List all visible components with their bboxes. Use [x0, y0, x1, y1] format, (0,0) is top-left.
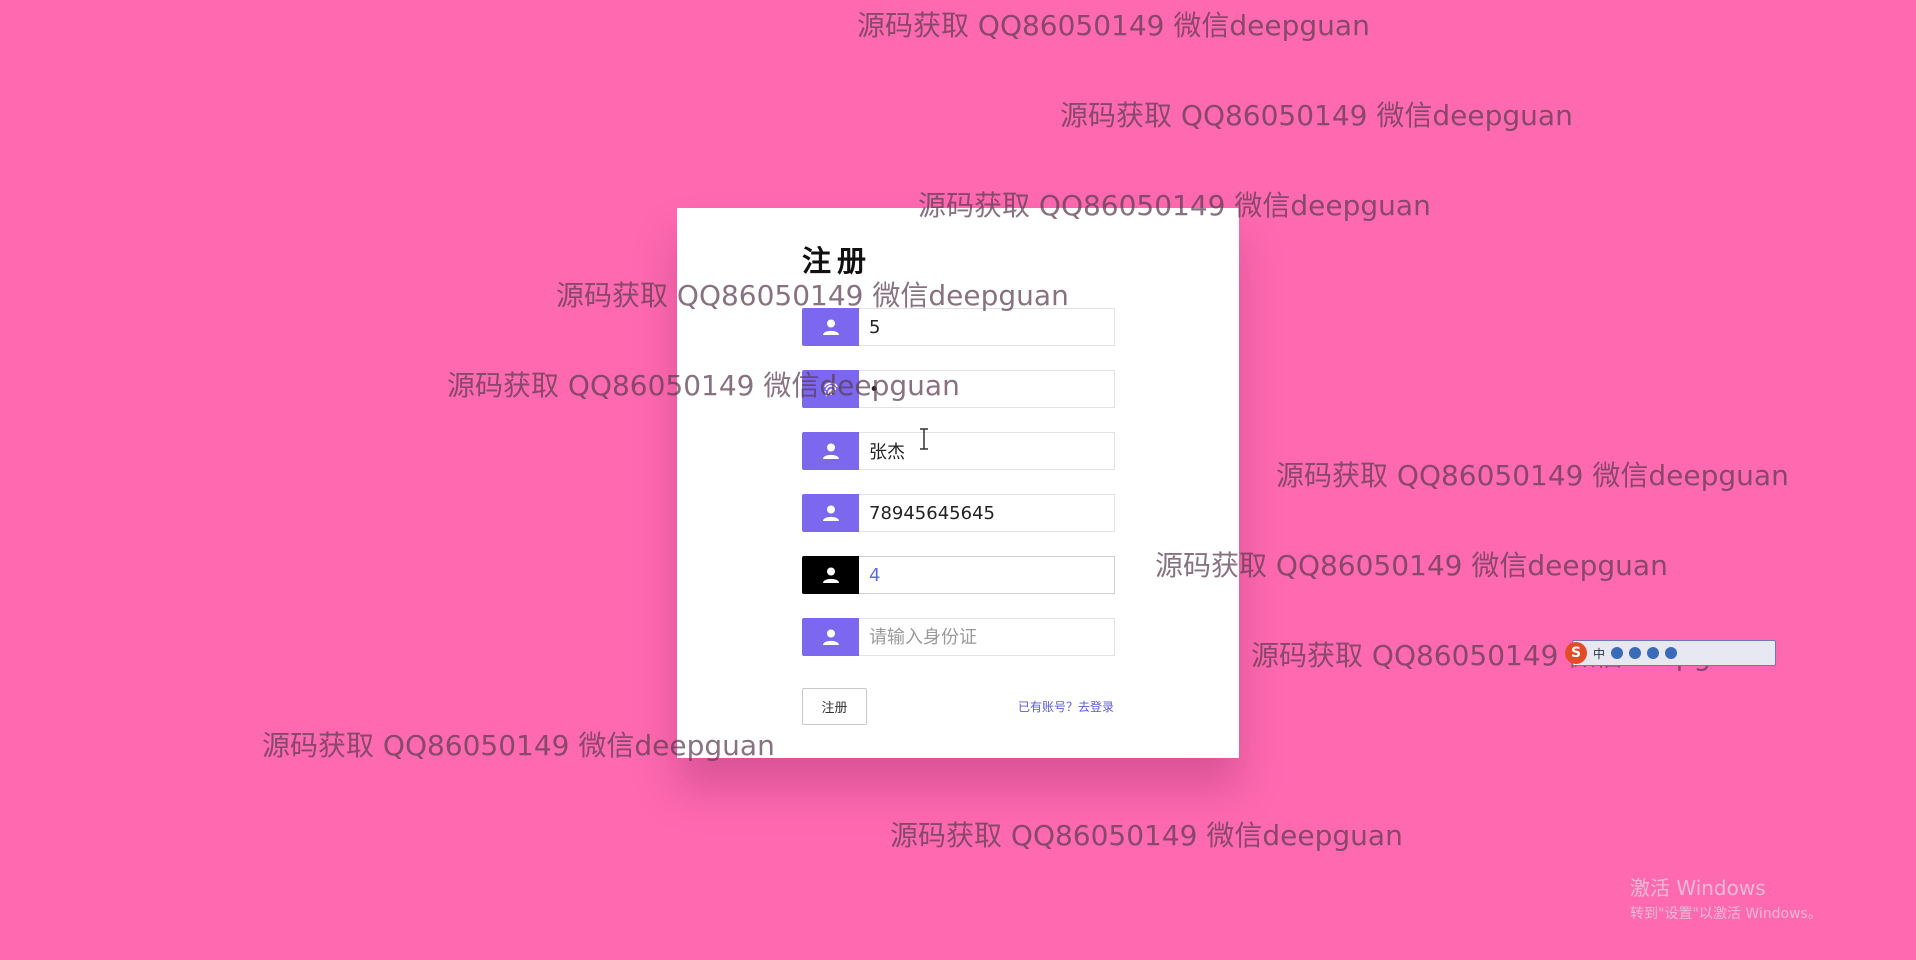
username-row — [802, 308, 1115, 346]
text-cursor-icon — [920, 428, 928, 450]
go-login-link[interactable]: 已有账号？去登录 — [1018, 698, 1114, 715]
ime-status-icon — [1647, 647, 1660, 659]
password-input[interactable] — [859, 370, 1115, 408]
user-icon — [802, 618, 859, 656]
watermark-text: 源码获取 QQ86050149 微信deepguan — [1276, 459, 1789, 492]
watermark-text: 源码获取 QQ86050149 微信deepguan — [857, 9, 1370, 42]
focused-field-row — [802, 556, 1115, 594]
windows-activation-notice: 激活 Windows 转到"设置"以激活 Windows。 — [1630, 872, 1822, 923]
user-icon — [802, 556, 859, 594]
user-icon — [802, 308, 859, 346]
name-input[interactable] — [859, 432, 1115, 470]
watermark-text: 源码获取 QQ86050149 微信deepguan — [890, 819, 1403, 852]
watermark-text: 源码获取 QQ86050149 微信deepguan — [1060, 99, 1573, 132]
id-card-input[interactable] — [859, 618, 1115, 656]
focused-input[interactable] — [859, 556, 1115, 594]
user-icon — [802, 432, 859, 470]
phone-input[interactable] — [859, 494, 1115, 532]
ime-logo-icon: S — [1565, 642, 1587, 664]
ime-status-icon — [1665, 647, 1678, 659]
activation-subtitle: 转到"设置"以激活 Windows。 — [1630, 906, 1822, 922]
ime-status-icon — [1629, 647, 1642, 659]
page-title: 注册 — [802, 244, 873, 278]
activation-title: 激活 Windows — [1630, 876, 1766, 900]
id-card-row — [802, 618, 1115, 656]
password-row — [802, 370, 1115, 408]
username-input[interactable] — [859, 308, 1115, 346]
register-button[interactable]: 注册 — [802, 688, 867, 725]
register-card: 注册 5 张杰 78945645645 4 请输入身份证 注册 已有账号？去登录 — [677, 208, 1239, 758]
user-icon — [802, 494, 859, 532]
ime-status-icon — [1611, 647, 1624, 659]
fingerprint-icon — [802, 370, 859, 408]
ime-toolbar[interactable]: S 中 — [1565, 640, 1776, 666]
phone-row — [802, 494, 1115, 532]
name-row — [802, 432, 1115, 470]
ime-mode-label: 中 — [1593, 646, 1606, 661]
